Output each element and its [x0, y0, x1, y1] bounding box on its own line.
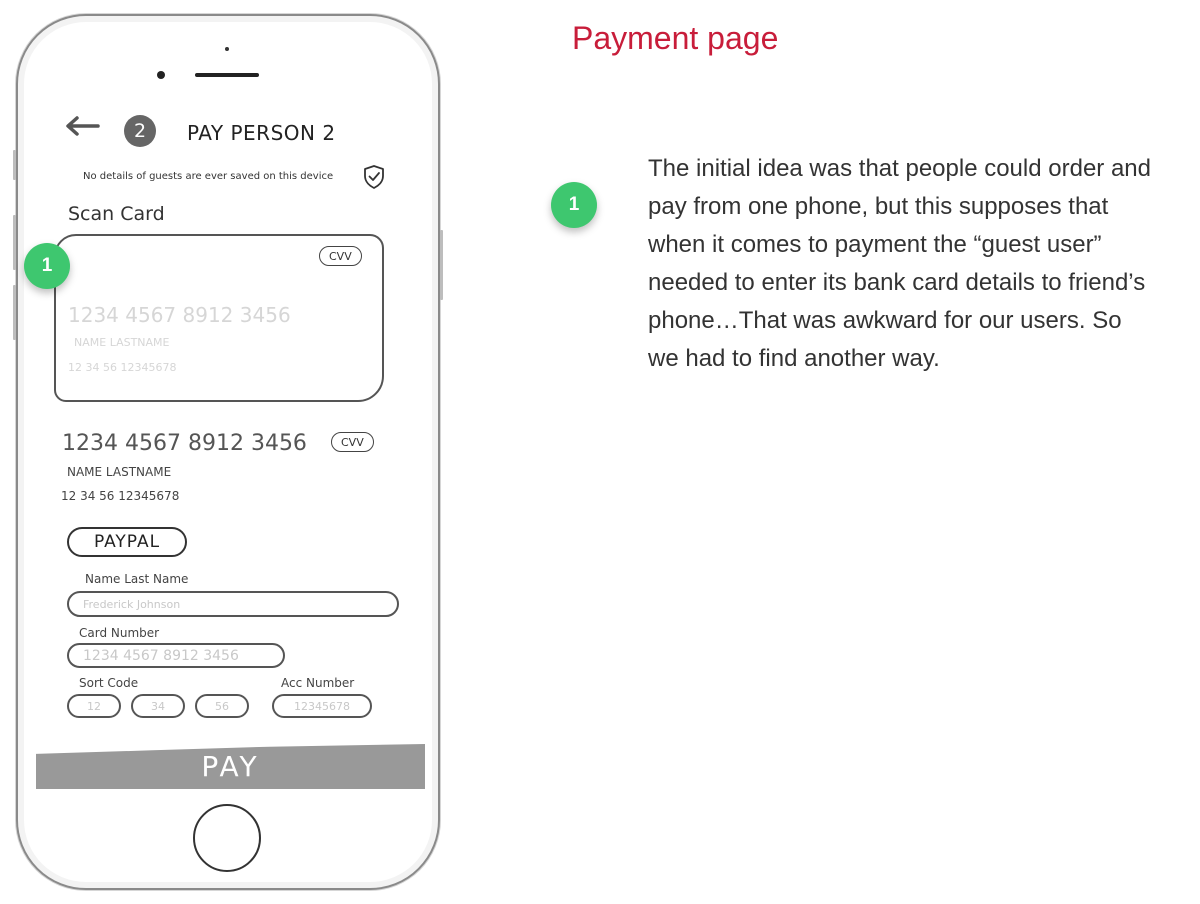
sort-code-label: Sort Code — [79, 676, 139, 690]
saved-card-name: NAME LASTNAME — [67, 465, 172, 479]
phone-side-button — [440, 230, 443, 300]
paypal-button[interactable]: PAYPAL — [67, 527, 187, 557]
name-field[interactable]: Frederick Johnson — [67, 591, 399, 617]
phone-side-button — [13, 150, 16, 180]
phone-home-button[interactable] — [193, 804, 261, 872]
shield-check-icon — [362, 164, 386, 194]
acc-number-field[interactable]: 12345678 — [272, 694, 372, 718]
scan-card-meta: 12 34 56 12345678 — [68, 361, 177, 374]
saved-card-number[interactable]: 1234 4567 8912 3456 — [62, 431, 307, 456]
sort-code-field-1[interactable]: 12 — [67, 694, 121, 718]
back-arrow-icon[interactable] — [64, 113, 100, 143]
sort-code-field-3[interactable]: 56 — [195, 694, 249, 718]
phone-camera — [157, 71, 165, 79]
sort-code-field-2[interactable]: 34 — [131, 694, 185, 718]
phone-side-button — [13, 215, 16, 270]
step-badge: 2 — [124, 115, 156, 147]
scan-card-label: Scan Card — [68, 203, 165, 225]
phone-speaker-dot — [225, 47, 229, 51]
scan-cvv-pill: CVV — [319, 246, 362, 266]
page-heading: Payment page — [572, 20, 779, 56]
card-number-label: Card Number — [79, 626, 160, 640]
scan-annotation-badge: 1 — [24, 243, 70, 289]
saved-card-meta: 12 34 56 12345678 — [61, 489, 180, 503]
phone-side-button — [13, 285, 16, 340]
acc-number-label: Acc Number — [281, 676, 355, 690]
scan-card-name: NAME LASTNAME — [74, 336, 170, 349]
phone-speaker — [195, 73, 259, 77]
privacy-note: No details of guests are ever saved on t… — [83, 171, 334, 182]
card-number-field[interactable]: 1234 4567 8912 3456 — [67, 643, 285, 668]
saved-card-cvv-pill[interactable]: CVV — [331, 432, 374, 452]
annotation-text: The initial idea was that people could o… — [648, 155, 1151, 372]
annotation-badge: 1 — [551, 182, 597, 228]
screen-title: PAY PERSON 2 — [187, 121, 336, 145]
name-field-label: Name Last Name — [85, 572, 189, 586]
scan-card-number: 1234 4567 8912 3456 — [68, 303, 291, 327]
